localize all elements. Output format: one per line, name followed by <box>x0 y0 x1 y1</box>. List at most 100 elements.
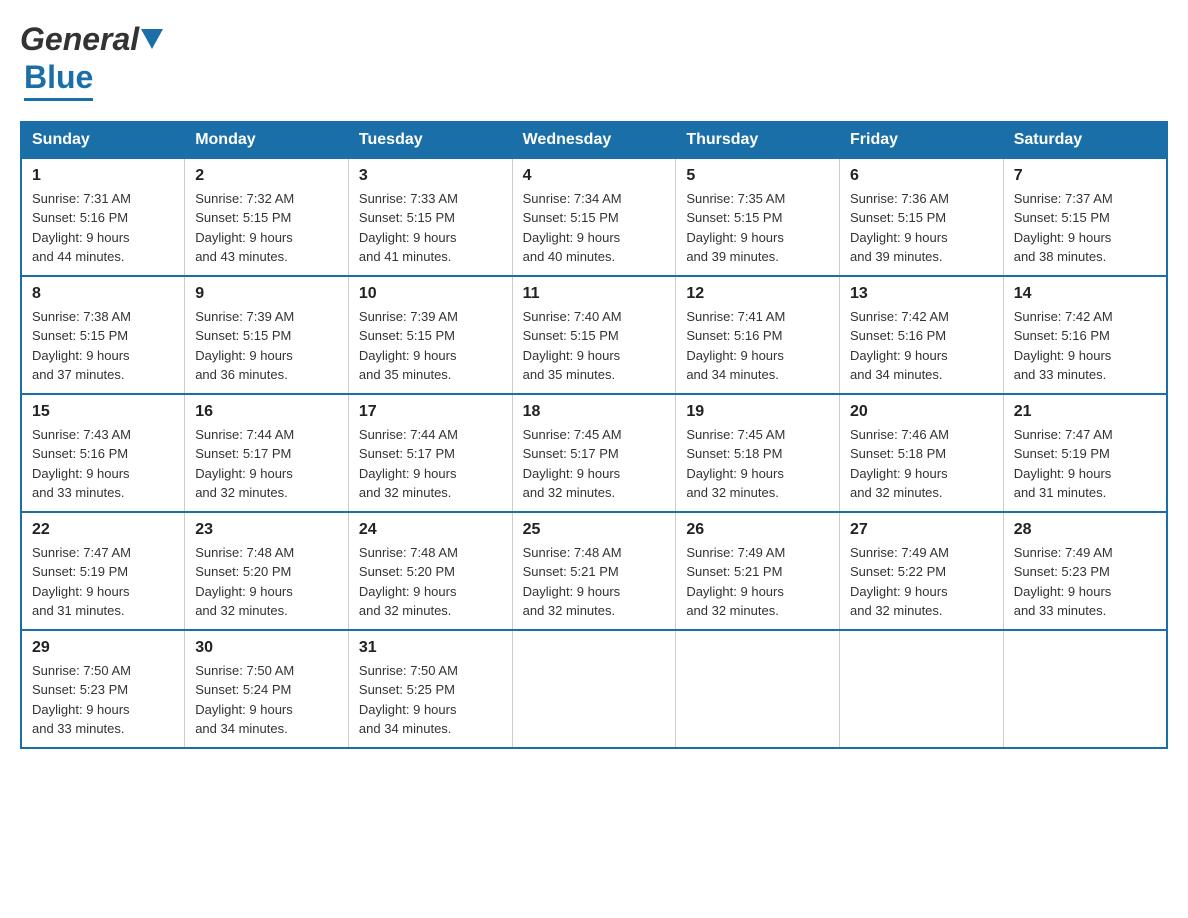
day-number: 28 <box>1014 521 1156 539</box>
day-info-line: and 32 minutes. <box>359 483 502 503</box>
day-info-line: Sunrise: 7:35 AM <box>686 189 829 209</box>
day-info: Sunrise: 7:50 AMSunset: 5:24 PMDaylight:… <box>195 661 338 739</box>
day-info-line: Daylight: 9 hours <box>850 582 993 602</box>
day-cell-9: 9Sunrise: 7:39 AMSunset: 5:15 PMDaylight… <box>185 276 349 394</box>
day-number: 16 <box>195 403 338 421</box>
day-info-line: and 32 minutes. <box>523 483 666 503</box>
day-info-line: Sunset: 5:23 PM <box>1014 562 1156 582</box>
day-info-line: and 33 minutes. <box>1014 365 1156 385</box>
day-info-line: Sunset: 5:18 PM <box>850 444 993 464</box>
day-info-line: Sunset: 5:17 PM <box>359 444 502 464</box>
day-info-line: Sunrise: 7:46 AM <box>850 425 993 445</box>
day-info: Sunrise: 7:34 AMSunset: 5:15 PMDaylight:… <box>523 189 666 267</box>
day-cell-1: 1Sunrise: 7:31 AMSunset: 5:16 PMDaylight… <box>21 158 185 276</box>
day-info-line: Sunset: 5:15 PM <box>195 326 338 346</box>
day-info-line: Daylight: 9 hours <box>1014 464 1156 484</box>
day-info: Sunrise: 7:38 AMSunset: 5:15 PMDaylight:… <box>32 307 174 385</box>
day-info-line: Sunrise: 7:45 AM <box>523 425 666 445</box>
day-info-line: and 33 minutes. <box>32 719 174 739</box>
day-info-line: Daylight: 9 hours <box>523 346 666 366</box>
day-info-line: Sunrise: 7:47 AM <box>1014 425 1156 445</box>
day-info-line: Sunrise: 7:33 AM <box>359 189 502 209</box>
weekday-header-thursday: Thursday <box>676 122 840 158</box>
day-info-line: Sunrise: 7:32 AM <box>195 189 338 209</box>
day-number: 2 <box>195 167 338 185</box>
day-info: Sunrise: 7:35 AMSunset: 5:15 PMDaylight:… <box>686 189 829 267</box>
day-number: 3 <box>359 167 502 185</box>
day-info-line: and 33 minutes. <box>32 483 174 503</box>
day-info: Sunrise: 7:42 AMSunset: 5:16 PMDaylight:… <box>850 307 993 385</box>
day-info-line: Sunrise: 7:38 AM <box>32 307 174 327</box>
day-number: 22 <box>32 521 174 539</box>
day-info: Sunrise: 7:48 AMSunset: 5:21 PMDaylight:… <box>523 543 666 621</box>
day-info-line: Sunset: 5:23 PM <box>32 680 174 700</box>
day-info: Sunrise: 7:43 AMSunset: 5:16 PMDaylight:… <box>32 425 174 503</box>
day-info-line: and 41 minutes. <box>359 247 502 267</box>
day-cell-5: 5Sunrise: 7:35 AMSunset: 5:15 PMDaylight… <box>676 158 840 276</box>
day-info-line: Sunrise: 7:44 AM <box>195 425 338 445</box>
weekday-header-friday: Friday <box>840 122 1004 158</box>
day-cell-15: 15Sunrise: 7:43 AMSunset: 5:16 PMDayligh… <box>21 394 185 512</box>
day-info: Sunrise: 7:48 AMSunset: 5:20 PMDaylight:… <box>195 543 338 621</box>
day-info-line: Daylight: 9 hours <box>359 700 502 720</box>
day-info-line: and 32 minutes. <box>850 601 993 621</box>
day-number: 11 <box>523 285 666 303</box>
day-cell-3: 3Sunrise: 7:33 AMSunset: 5:15 PMDaylight… <box>348 158 512 276</box>
day-info-line: and 36 minutes. <box>195 365 338 385</box>
day-info-line: Daylight: 9 hours <box>359 464 502 484</box>
week-row-5: 29Sunrise: 7:50 AMSunset: 5:23 PMDayligh… <box>21 630 1167 748</box>
day-info-line: Sunrise: 7:50 AM <box>195 661 338 681</box>
week-row-2: 8Sunrise: 7:38 AMSunset: 5:15 PMDaylight… <box>21 276 1167 394</box>
day-info: Sunrise: 7:46 AMSunset: 5:18 PMDaylight:… <box>850 425 993 503</box>
day-info-line: Sunset: 5:20 PM <box>359 562 502 582</box>
day-info-line: Sunrise: 7:40 AM <box>523 307 666 327</box>
day-info-line: Daylight: 9 hours <box>195 464 338 484</box>
day-info-line: Sunset: 5:15 PM <box>686 208 829 228</box>
day-info-line: Sunset: 5:17 PM <box>523 444 666 464</box>
day-info-line: Sunset: 5:19 PM <box>32 562 174 582</box>
day-info-line: Daylight: 9 hours <box>32 464 174 484</box>
day-info-line: Sunrise: 7:44 AM <box>359 425 502 445</box>
day-info-line: and 34 minutes. <box>686 365 829 385</box>
day-info-line: Sunrise: 7:49 AM <box>686 543 829 563</box>
day-info-line: Sunset: 5:16 PM <box>686 326 829 346</box>
day-info-line: Sunrise: 7:43 AM <box>32 425 174 445</box>
day-number: 12 <box>686 285 829 303</box>
day-info-line: Sunset: 5:17 PM <box>195 444 338 464</box>
day-info-line: Sunset: 5:16 PM <box>32 444 174 464</box>
day-info-line: Sunset: 5:15 PM <box>523 326 666 346</box>
day-cell-11: 11 Sunrise: 7:40 AMSunset: 5:15 PMDayligh… <box>512 276 676 394</box>
day-info-line: and 33 minutes. <box>1014 601 1156 621</box>
day-info-line: Sunrise: 7:45 AM <box>686 425 829 445</box>
day-number: 8 <box>32 285 174 303</box>
empty-cell <box>676 630 840 748</box>
day-info-line: Daylight: 9 hours <box>32 582 174 602</box>
day-number: 20 <box>850 403 993 421</box>
day-cell-4: 4Sunrise: 7:34 AMSunset: 5:15 PMDaylight… <box>512 158 676 276</box>
day-info-line: Sunset: 5:15 PM <box>359 326 502 346</box>
day-info: Sunrise: 7:45 AMSunset: 5:17 PMDaylight:… <box>523 425 666 503</box>
day-info-line: and 32 minutes. <box>523 601 666 621</box>
day-info-line: and 34 minutes. <box>195 719 338 739</box>
day-info-line: Daylight: 9 hours <box>32 228 174 248</box>
day-info: Sunrise: 7:42 AMSunset: 5:16 PMDaylight:… <box>1014 307 1156 385</box>
day-number: 17 <box>359 403 502 421</box>
logo-blue-text: Blue <box>24 58 93 100</box>
day-info-line: Sunrise: 7:48 AM <box>359 543 502 563</box>
logo-general-text: General <box>20 20 139 58</box>
day-info: Sunrise: 7:32 AMSunset: 5:15 PMDaylight:… <box>195 189 338 267</box>
day-info-line: Sunset: 5:21 PM <box>686 562 829 582</box>
day-info-line: Daylight: 9 hours <box>686 464 829 484</box>
week-row-3: 15Sunrise: 7:43 AMSunset: 5:16 PMDayligh… <box>21 394 1167 512</box>
day-cell-22: 22Sunrise: 7:47 AMSunset: 5:19 PMDayligh… <box>21 512 185 630</box>
day-info-line: and 43 minutes. <box>195 247 338 267</box>
day-cell-2: 2 Sunrise: 7:32 AMSunset: 5:15 PMDaylight… <box>185 158 349 276</box>
day-info-line: Sunset: 5:21 PM <box>523 562 666 582</box>
page-header: General Blue <box>20 20 1168 101</box>
day-info-line: Daylight: 9 hours <box>523 464 666 484</box>
day-info-line: Sunset: 5:22 PM <box>850 562 993 582</box>
day-cell-26: 26Sunrise: 7:49 AMSunset: 5:21 PMDayligh… <box>676 512 840 630</box>
day-info: Sunrise: 7:47 AMSunset: 5:19 PMDaylight:… <box>1014 425 1156 503</box>
day-info-line: and 35 minutes. <box>523 365 666 385</box>
day-info: Sunrise: 7:39 AMSunset: 5:15 PMDaylight:… <box>359 307 502 385</box>
